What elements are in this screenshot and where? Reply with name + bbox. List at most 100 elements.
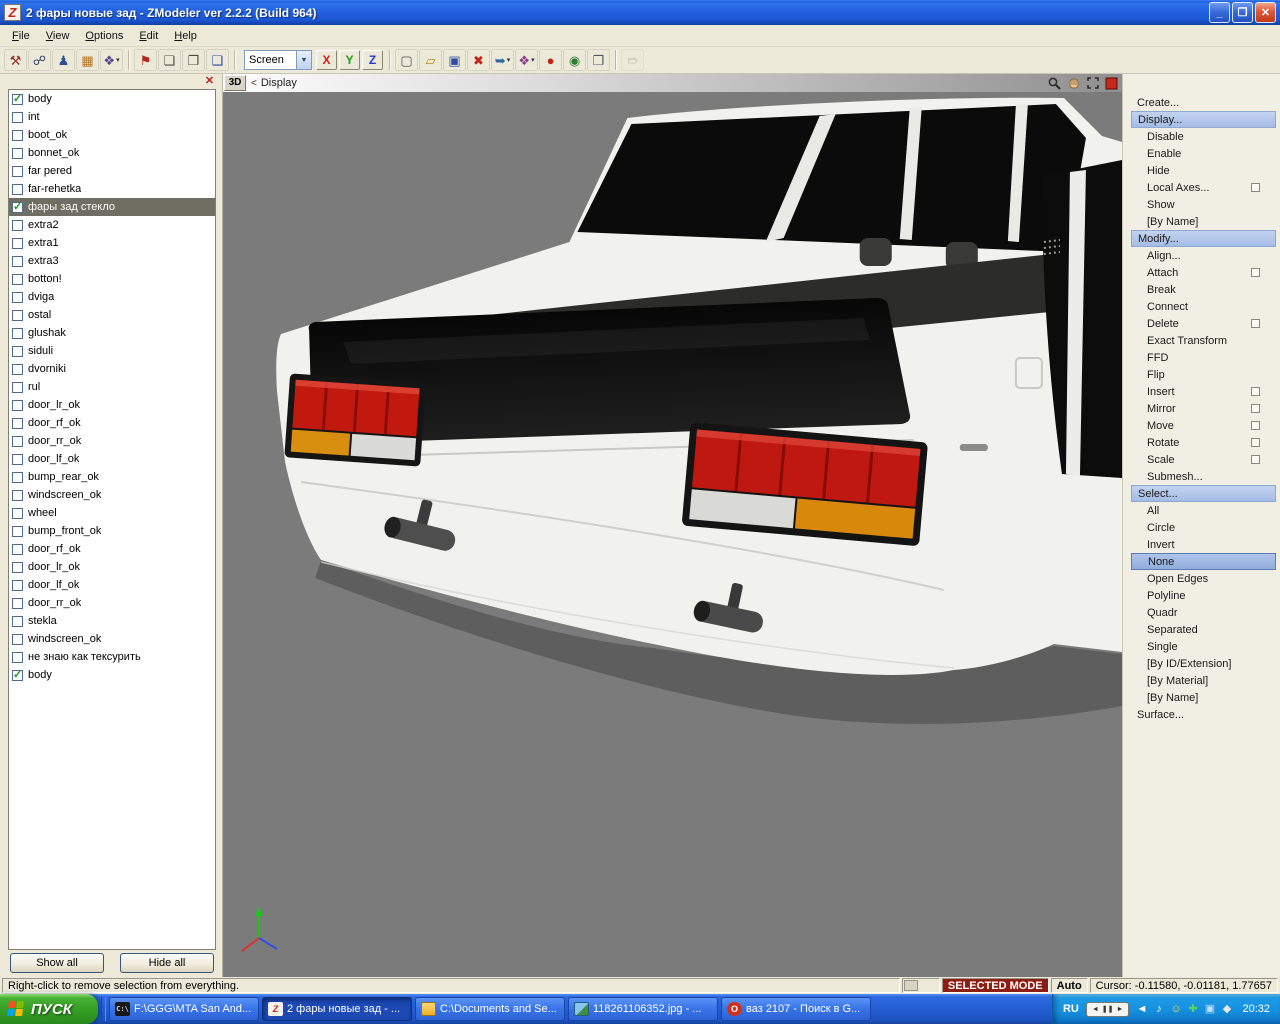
command-item[interactable]: Submesh... — [1131, 468, 1276, 485]
command-item[interactable]: [By ID/Extension] — [1131, 655, 1276, 672]
player-pause-button[interactable]: ❚❚ — [1102, 1005, 1114, 1013]
command-item[interactable]: Surface... — [1131, 706, 1276, 723]
command-item[interactable]: None — [1131, 553, 1276, 570]
menu-item[interactable]: Help — [166, 27, 205, 45]
object-list-item[interactable]: int — [9, 108, 215, 126]
object-list-item[interactable]: windscreen_ok — [9, 630, 215, 648]
command-item[interactable]: Connect — [1131, 298, 1276, 315]
command-item[interactable]: Enable — [1131, 145, 1276, 162]
taskbar-task[interactable]: C:\Documents and Se... — [415, 997, 565, 1021]
screen-select[interactable]: Screen ▼ — [244, 50, 312, 70]
command-item[interactable]: [By Name] — [1131, 213, 1276, 230]
object-visibility-checkbox[interactable] — [12, 436, 23, 447]
object-visibility-checkbox[interactable] — [12, 580, 23, 591]
object-list-item[interactable]: windscreen_ok — [9, 486, 215, 504]
command-checkbox[interactable] — [1251, 319, 1260, 328]
notes-icon[interactable]: ❒ ▾ — [587, 49, 610, 71]
player-next-button[interactable]: ► — [1117, 1006, 1124, 1013]
menu-item[interactable]: Options — [77, 27, 131, 45]
object-list-item[interactable]: extra2 — [9, 216, 215, 234]
object-visibility-checkbox[interactable] — [12, 400, 23, 411]
object-list-item[interactable]: extra3 — [9, 252, 215, 270]
slider-thumb[interactable] — [904, 980, 918, 991]
command-checkbox[interactable] — [1251, 421, 1260, 430]
object-list-item[interactable]: не знаю как тексурить — [9, 648, 215, 666]
show-all-button[interactable]: Show all — [10, 953, 104, 973]
command-checkbox[interactable] — [1251, 455, 1260, 464]
new-file-icon[interactable]: ▢ ▾ — [395, 49, 418, 71]
object-visibility-checkbox[interactable] — [12, 490, 23, 501]
object-list-item[interactable]: door_lf_ok — [9, 576, 215, 594]
object-list-item[interactable]: фары зад стекло — [9, 198, 215, 216]
object-visibility-checkbox[interactable] — [12, 652, 23, 663]
open-file-icon[interactable]: ▱ ▾ — [419, 49, 442, 71]
axis-z-button[interactable]: Z — [362, 50, 383, 70]
manipulator-icon[interactable]: ♟ ▾ — [52, 49, 75, 71]
object-visibility-checkbox[interactable] — [12, 454, 23, 465]
object-list-item[interactable]: glushak — [9, 324, 215, 342]
command-item[interactable]: Align... — [1131, 247, 1276, 264]
language-indicator[interactable]: RU — [1063, 1003, 1079, 1015]
command-checkbox[interactable] — [1251, 404, 1260, 413]
object-list-item[interactable]: siduli — [9, 342, 215, 360]
object-visibility-checkbox[interactable] — [12, 508, 23, 519]
object-visibility-checkbox[interactable] — [12, 148, 23, 159]
object-visibility-checkbox[interactable] — [12, 310, 23, 321]
command-item[interactable]: Circle — [1131, 519, 1276, 536]
pan-hand-icon[interactable] — [1065, 76, 1082, 91]
object-visibility-checkbox[interactable] — [12, 94, 23, 105]
command-item[interactable]: Separated — [1131, 621, 1276, 638]
object-list-item[interactable]: door_rf_ok — [9, 414, 215, 432]
command-item[interactable]: Quadr — [1131, 604, 1276, 621]
object-visibility-checkbox[interactable] — [12, 274, 23, 285]
weld-tool-icon[interactable]: ☍ ▾ — [28, 49, 51, 71]
texture-view-icon[interactable]: ◉ ▾ — [563, 49, 586, 71]
command-item[interactable]: Rotate — [1131, 434, 1276, 451]
menu-item[interactable]: File — [4, 27, 38, 45]
object-visibility-checkbox[interactable] — [12, 364, 23, 375]
object-list-item[interactable]: bonnet_ok — [9, 144, 215, 162]
object-visibility-checkbox[interactable] — [12, 634, 23, 645]
materials-palette-icon[interactable]: ❖ ▾ — [100, 49, 123, 71]
command-item[interactable]: Attach — [1131, 264, 1276, 281]
object-list-item[interactable]: door_rf_ok — [9, 540, 215, 558]
start-button[interactable]: ПУСК — [0, 994, 98, 1024]
command-item[interactable]: Polyline — [1131, 587, 1276, 604]
command-item[interactable]: Local Axes... — [1131, 179, 1276, 196]
object-list-item[interactable]: door_rr_ok — [9, 594, 215, 612]
taskbar-task[interactable]: F:\GGG\MTA San And... — [109, 997, 259, 1021]
maximize-view-icon[interactable] — [1084, 76, 1101, 91]
zoom-icon[interactable] — [1046, 76, 1063, 91]
clock[interactable]: 20:32 — [1242, 1003, 1270, 1015]
object-visibility-checkbox[interactable] — [12, 670, 23, 681]
object-list-item[interactable]: door_lr_ok — [9, 396, 215, 414]
command-item[interactable]: Insert — [1131, 383, 1276, 400]
close-view-icon[interactable] — [1103, 76, 1120, 91]
objects-browser-icon[interactable]: ▦ ▾ — [76, 49, 99, 71]
object-visibility-checkbox[interactable] — [12, 166, 23, 177]
command-item[interactable]: [By Name] — [1131, 689, 1276, 706]
delete-icon[interactable]: ✖ ▾ — [467, 49, 490, 71]
view-mode-button[interactable]: 3D — [224, 75, 246, 91]
menu-item[interactable]: View — [38, 27, 78, 45]
object-visibility-checkbox[interactable] — [12, 526, 23, 537]
minimize-button[interactable]: _ — [1209, 2, 1230, 23]
object-list-item[interactable]: body — [9, 666, 215, 684]
chevron-down-icon[interactable]: ▼ — [296, 51, 311, 69]
object-list-item[interactable]: door_lf_ok — [9, 450, 215, 468]
object-list-item[interactable]: door_lr_ok — [9, 558, 215, 576]
command-checkbox[interactable] — [1251, 268, 1260, 277]
object-visibility-checkbox[interactable] — [12, 220, 23, 231]
object-list-item[interactable]: ostal — [9, 306, 215, 324]
command-item[interactable]: Disable — [1131, 128, 1276, 145]
material-editor-icon[interactable]: ❖ ▾ — [515, 49, 538, 71]
object-visibility-checkbox[interactable] — [12, 328, 23, 339]
close-panel-icon[interactable]: ✕ — [203, 76, 216, 88]
maximize-button[interactable]: ❐ — [1232, 2, 1253, 23]
object-visibility-checkbox[interactable] — [12, 418, 23, 429]
object-visibility-checkbox[interactable] — [12, 292, 23, 303]
object-list-item[interactable]: far pered — [9, 162, 215, 180]
object-list-item[interactable]: body — [9, 90, 215, 108]
taskbar-task[interactable]: ваз 2107 - Поиск в G... — [721, 997, 871, 1021]
axis-x-button[interactable]: X — [316, 50, 337, 70]
